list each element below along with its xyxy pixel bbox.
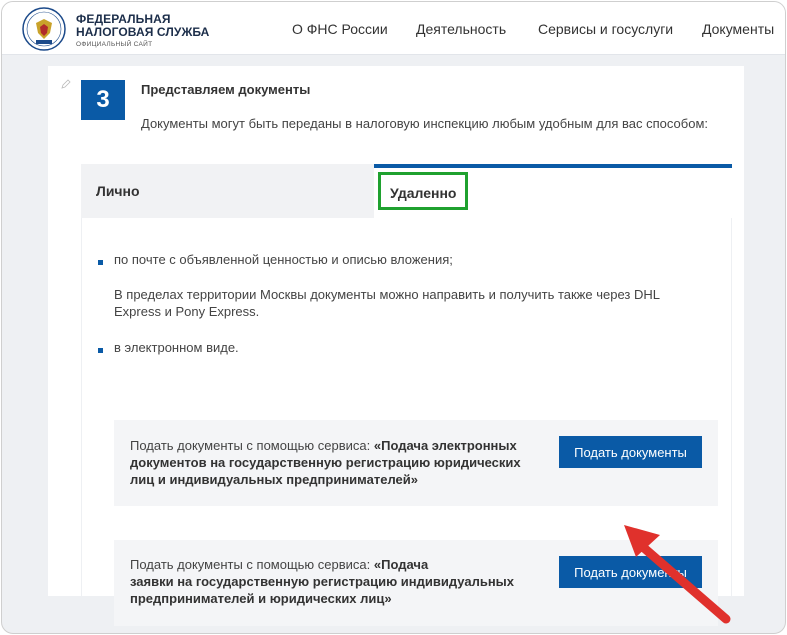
submit-documents-button-1[interactable]: Подать документы — [559, 436, 702, 468]
nav-about[interactable]: О ФНС России — [292, 21, 388, 37]
service-2-bold-3: предпринимателей и юридических лиц» — [130, 591, 392, 606]
bullet-post: по почте с объявленной ценностью и опись… — [114, 252, 453, 267]
bullet-electronic: в электронном виде. — [114, 340, 239, 355]
step-subtitle: Документы могут быть переданы в налогову… — [141, 116, 709, 131]
tab-highlight-box: Удаленно — [378, 172, 468, 210]
nav-activity[interactable]: Деятельность — [416, 21, 506, 37]
brand-line-2: НАЛОГОВАЯ СЛУЖБА — [76, 25, 210, 39]
nav-services[interactable]: Сервисы и госуслуги — [538, 21, 673, 37]
browser-frame: ФЕДЕРАЛЬНАЯ НАЛОГОВАЯ СЛУЖБА ОФИЦИАЛЬНЫЙ… — [1, 1, 786, 634]
tab-lichno-label: Лично — [96, 183, 140, 199]
service-1-prefix: Подать документы с помощью сервиса: — [130, 438, 374, 453]
service-box-1: Подать документы с помощью сервиса: «Под… — [114, 420, 718, 506]
tab-udalenno-label: Удаленно — [390, 185, 457, 201]
fns-emblem-icon[interactable] — [22, 7, 66, 51]
service-2-bold-1: «Подача — [373, 557, 429, 572]
service-1-bold-2: документов на государственную регистраци… — [130, 455, 521, 470]
bullet-marker — [98, 260, 103, 265]
service-2-text: Подать документы с помощью сервиса: «Под… — [130, 556, 550, 607]
site-header: ФЕДЕРАЛЬНАЯ НАЛОГОВАЯ СЛУЖБА ОФИЦИАЛЬНЫЙ… — [2, 2, 785, 55]
pencil-icon — [61, 79, 71, 89]
note-line-1: В пределах территории Москвы документы м… — [114, 287, 660, 302]
brand-title[interactable]: ФЕДЕРАЛЬНАЯ НАЛОГОВАЯ СЛУЖБА ОФИЦИАЛЬНЫЙ… — [76, 13, 210, 49]
service-2-bold-2: заявки на государственную регистрацию ин… — [130, 574, 515, 589]
step-number-badge: 3 — [81, 80, 125, 120]
bullet-marker — [98, 348, 103, 353]
nav-documents[interactable]: Документы — [702, 21, 774, 37]
service-1-text: Подать документы с помощью сервиса: «Под… — [130, 437, 550, 488]
service-1-bold-3: лиц и индивидуальных предпринимателей» — [130, 472, 418, 487]
tab-udalenno[interactable]: Удаленно — [374, 164, 732, 218]
tab-lichno[interactable]: Лично — [81, 164, 374, 218]
red-arrow-annotation-icon — [624, 525, 731, 624]
note-line-2: Express и Pony Express. — [114, 304, 260, 319]
step-title: Представляем документы — [141, 82, 311, 97]
brand-line-3: ОФИЦИАЛЬНЫЙ САЙТ — [76, 41, 153, 48]
service-1-bold-1: «Подача электронных — [373, 438, 517, 453]
service-2-prefix: Подать документы с помощью сервиса: — [130, 557, 374, 572]
